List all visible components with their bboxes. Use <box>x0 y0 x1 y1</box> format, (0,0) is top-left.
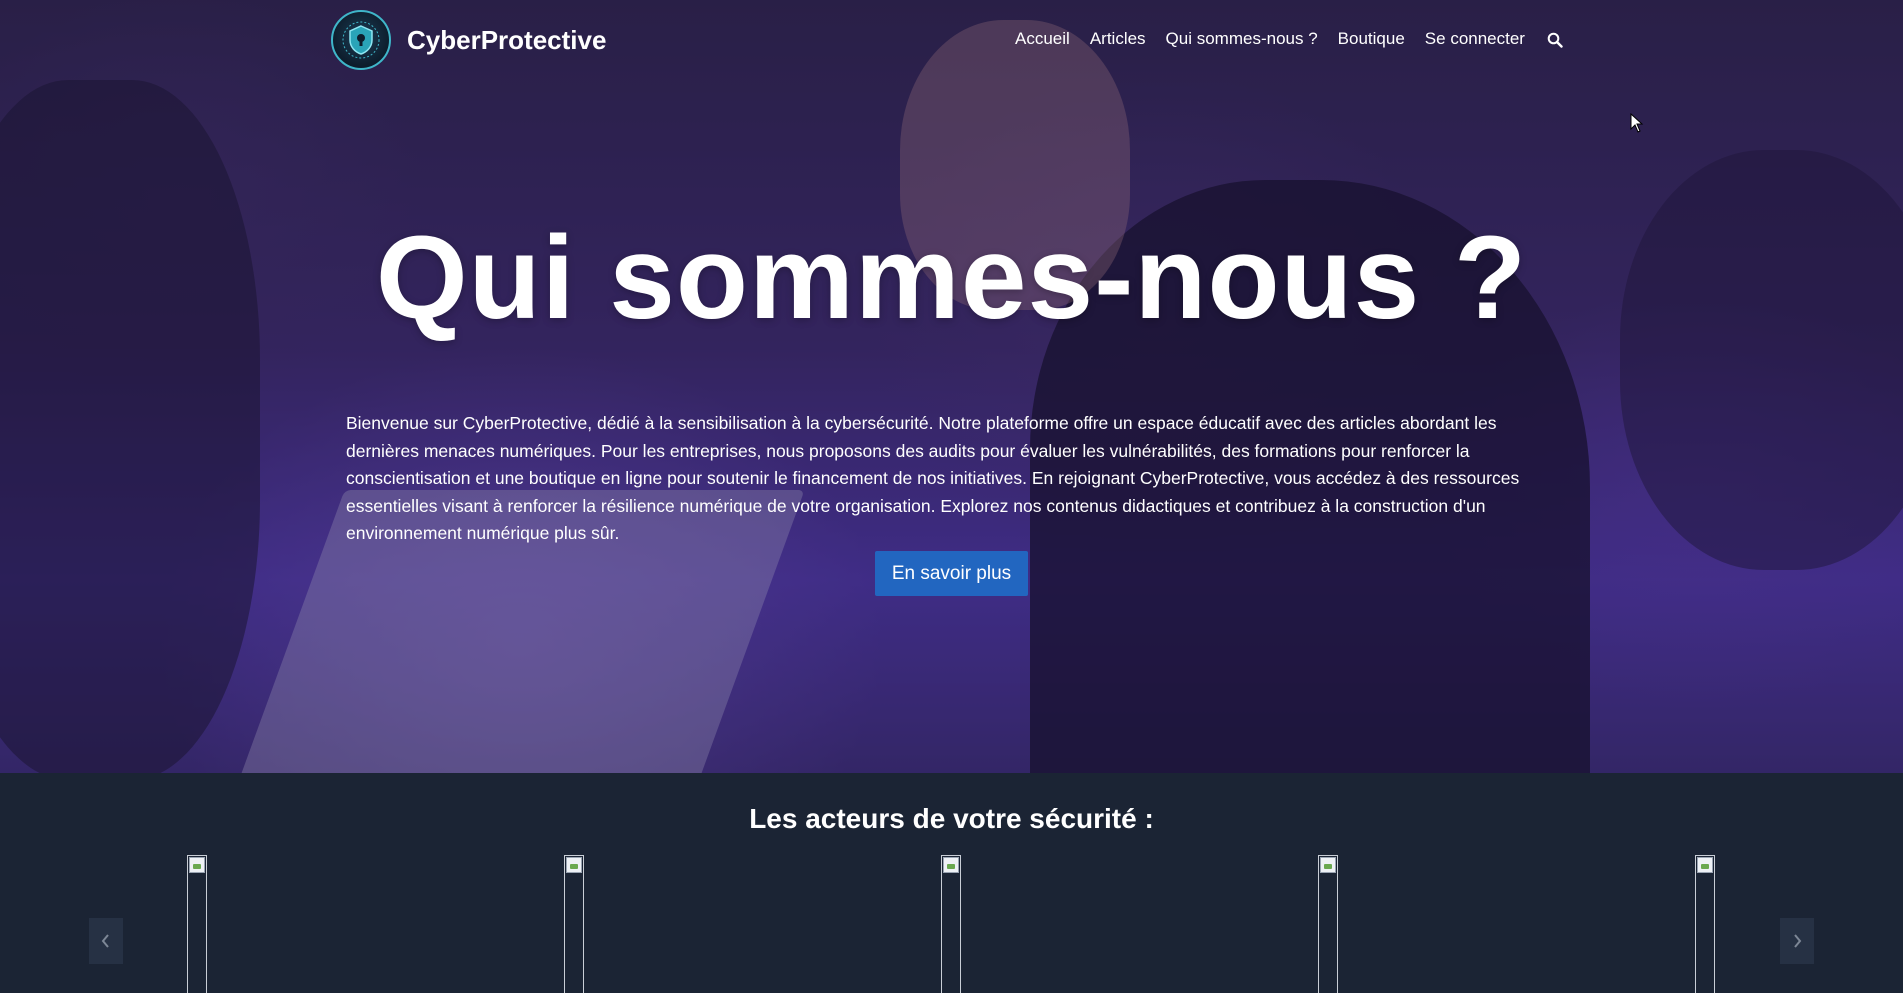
top-navigation: CyberProtective Accueil Articles Qui som… <box>0 0 1903 80</box>
team-member-card[interactable] <box>187 855 207 993</box>
broken-image-icon <box>189 857 205 873</box>
search-icon[interactable] <box>1545 30 1565 50</box>
shield-logo-icon[interactable] <box>331 10 391 70</box>
nav-link-boutique[interactable]: Boutique <box>1338 29 1405 49</box>
chevron-left-icon <box>101 934 109 948</box>
brand-name[interactable]: CyberProtective <box>407 25 606 56</box>
nav-link-qui-sommes-nous[interactable]: Qui sommes-nous ? <box>1166 29 1318 49</box>
section-title: Les acteurs de votre sécurité : <box>749 803 1154 834</box>
intro-paragraph: Bienvenue sur CyberProtective, dédié à l… <box>346 413 1520 543</box>
nav-link-se-connecter[interactable]: Se connecter <box>1425 29 1525 49</box>
hero-banner: CyberProtective Accueil Articles Qui som… <box>0 0 1903 773</box>
learn-more-button[interactable]: En savoir plus <box>875 551 1028 596</box>
team-section: Les acteurs de votre sécurité : <box>0 773 1903 993</box>
page-title: Qui sommes-nous ? <box>375 212 1528 344</box>
team-member-card[interactable] <box>1318 855 1338 993</box>
chevron-right-icon <box>1794 934 1802 948</box>
broken-image-icon <box>943 857 959 873</box>
team-member-card[interactable] <box>941 855 961 993</box>
carousel-prev-button[interactable] <box>89 918 123 964</box>
nav-link-accueil[interactable]: Accueil <box>1015 29 1070 49</box>
main-menu: Accueil Articles Qui sommes-nous ? Bouti… <box>1015 29 1545 49</box>
broken-image-icon <box>1697 857 1713 873</box>
team-member-card[interactable] <box>564 855 584 993</box>
carousel-next-button[interactable] <box>1780 918 1814 964</box>
hero-overlay <box>0 0 1903 773</box>
nav-link-articles[interactable]: Articles <box>1090 29 1146 49</box>
team-member-card[interactable] <box>1695 855 1715 993</box>
broken-image-icon <box>566 857 582 873</box>
broken-image-icon <box>1320 857 1336 873</box>
mouse-cursor-icon <box>1630 112 1644 133</box>
